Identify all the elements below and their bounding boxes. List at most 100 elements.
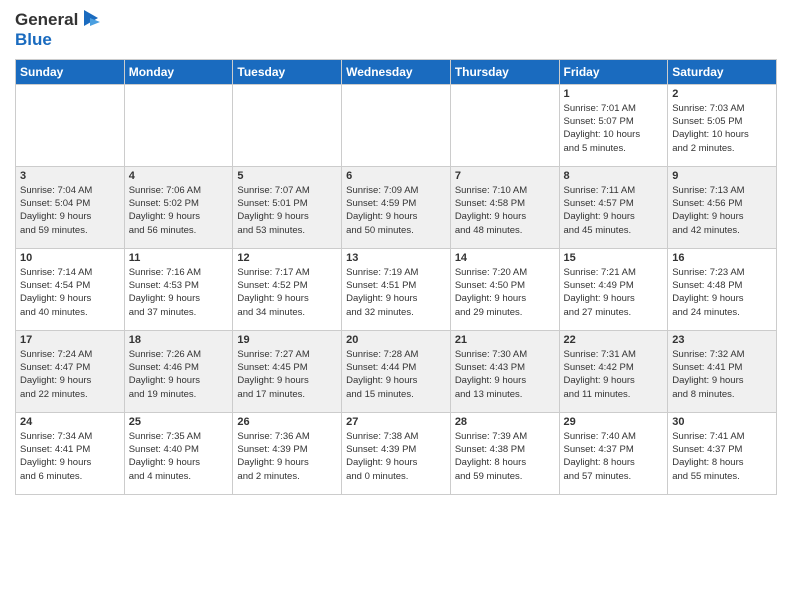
day-number: 23 bbox=[672, 334, 772, 346]
day-info: Sunrise: 7:06 AM Sunset: 5:02 PM Dayligh… bbox=[129, 184, 229, 237]
calendar-cell: 24Sunrise: 7:34 AM Sunset: 4:41 PM Dayli… bbox=[16, 412, 125, 494]
calendar-cell: 15 Sunrise: 7:21 AM Sunset: 4:49 PM Dayli… bbox=[559, 248, 668, 330]
day-number: 20 bbox=[346, 334, 446, 346]
logo: General Blue bbox=[15, 10, 102, 51]
day-number: 11 bbox=[129, 252, 229, 264]
day-info: Sunrise: 7:41 AM Sunset: 4:37 PM Dayligh… bbox=[672, 430, 772, 483]
day-info: Sunrise: 7:34 AM Sunset: 4:41 PM Dayligh… bbox=[20, 430, 120, 483]
day-info: Sunrise: 7:27 AM Sunset: 4:45 PM Dayligh… bbox=[237, 348, 337, 401]
day-number: 10 bbox=[20, 252, 120, 264]
logo-icon bbox=[80, 8, 102, 30]
day-number: 26 bbox=[237, 416, 337, 428]
calendar-cell: 29Sunrise: 7:40 AM Sunset: 4:37 PM Dayli… bbox=[559, 412, 668, 494]
day-header-sunday: Sunday bbox=[16, 59, 125, 84]
day-info: Sunrise: 7:09 AM Sunset: 4:59 PM Dayligh… bbox=[346, 184, 446, 237]
calendar-cell: 25Sunrise: 7:35 AM Sunset: 4:40 PM Dayli… bbox=[124, 412, 233, 494]
day-number: 6 bbox=[346, 170, 446, 182]
calendar-cell: 21 Sunrise: 7:30 AM Sunset: 4:43 PM Dayli… bbox=[450, 330, 559, 412]
day-header-saturday: Saturday bbox=[668, 59, 777, 84]
day-number: 8 bbox=[564, 170, 664, 182]
day-number: 15 bbox=[564, 252, 664, 264]
calendar-cell: 30Sunrise: 7:41 AM Sunset: 4:37 PM Dayli… bbox=[668, 412, 777, 494]
day-number: 5 bbox=[237, 170, 337, 182]
day-number: 19 bbox=[237, 334, 337, 346]
day-number: 28 bbox=[455, 416, 555, 428]
calendar-cell bbox=[342, 84, 451, 166]
day-number: 13 bbox=[346, 252, 446, 264]
day-info: Sunrise: 7:13 AM Sunset: 4:56 PM Dayligh… bbox=[672, 184, 772, 237]
calendar-week-2: 3 Sunrise: 7:04 AM Sunset: 5:04 PM Daylig… bbox=[16, 166, 777, 248]
day-number: 4 bbox=[129, 170, 229, 182]
day-info: Sunrise: 7:23 AM Sunset: 4:48 PM Dayligh… bbox=[672, 266, 772, 319]
day-info: Sunrise: 7:11 AM Sunset: 4:57 PM Dayligh… bbox=[564, 184, 664, 237]
day-number: 3 bbox=[20, 170, 120, 182]
day-number: 9 bbox=[672, 170, 772, 182]
day-info: Sunrise: 7:03 AM Sunset: 5:05 PM Dayligh… bbox=[672, 102, 772, 155]
calendar-cell bbox=[124, 84, 233, 166]
day-number: 21 bbox=[455, 334, 555, 346]
calendar-cell: 14Sunrise: 7:20 AM Sunset: 4:50 PM Dayli… bbox=[450, 248, 559, 330]
day-info: Sunrise: 7:04 AM Sunset: 5:04 PM Dayligh… bbox=[20, 184, 120, 237]
day-info: Sunrise: 7:32 AM Sunset: 4:41 PM Dayligh… bbox=[672, 348, 772, 401]
day-info: Sunrise: 7:20 AM Sunset: 4:50 PM Dayligh… bbox=[455, 266, 555, 319]
calendar-week-3: 10 Sunrise: 7:14 AM Sunset: 4:54 PM Dayli… bbox=[16, 248, 777, 330]
logo-general: General bbox=[15, 10, 78, 30]
calendar-cell: 5 Sunrise: 7:07 AM Sunset: 5:01 PM Daylig… bbox=[233, 166, 342, 248]
day-header-tuesday: Tuesday bbox=[233, 59, 342, 84]
calendar-cell: 18 Sunrise: 7:26 AM Sunset: 4:46 PM Dayli… bbox=[124, 330, 233, 412]
day-info: Sunrise: 7:21 AM Sunset: 4:49 PM Dayligh… bbox=[564, 266, 664, 319]
day-header-wednesday: Wednesday bbox=[342, 59, 451, 84]
calendar-cell: 26 Sunrise: 7:36 AM Sunset: 4:39 PM Dayli… bbox=[233, 412, 342, 494]
day-info: Sunrise: 7:40 AM Sunset: 4:37 PM Dayligh… bbox=[564, 430, 664, 483]
calendar-cell: 13 Sunrise: 7:19 AM Sunset: 4:51 PM Dayli… bbox=[342, 248, 451, 330]
calendar-cell: 27Sunrise: 7:38 AM Sunset: 4:39 PM Dayli… bbox=[342, 412, 451, 494]
day-number: 18 bbox=[129, 334, 229, 346]
day-info: Sunrise: 7:10 AM Sunset: 4:58 PM Dayligh… bbox=[455, 184, 555, 237]
day-header-friday: Friday bbox=[559, 59, 668, 84]
calendar-cell: 28 Sunrise: 7:39 AM Sunset: 4:38 PM Dayli… bbox=[450, 412, 559, 494]
calendar-cell: 1 Sunrise: 7:01 AM Sunset: 5:07 PM Daylig… bbox=[559, 84, 668, 166]
calendar-cell: 19 Sunrise: 7:27 AM Sunset: 4:45 PM Dayli… bbox=[233, 330, 342, 412]
calendar-cell: 6 Sunrise: 7:09 AM Sunset: 4:59 PM Daylig… bbox=[342, 166, 451, 248]
calendar-week-4: 17 Sunrise: 7:24 AM Sunset: 4:47 PM Dayli… bbox=[16, 330, 777, 412]
calendar-cell: 7Sunrise: 7:10 AM Sunset: 4:58 PM Daylig… bbox=[450, 166, 559, 248]
day-info: Sunrise: 7:01 AM Sunset: 5:07 PM Dayligh… bbox=[564, 102, 664, 155]
day-info: Sunrise: 7:35 AM Sunset: 4:40 PM Dayligh… bbox=[129, 430, 229, 483]
day-number: 12 bbox=[237, 252, 337, 264]
day-number: 16 bbox=[672, 252, 772, 264]
day-number: 22 bbox=[564, 334, 664, 346]
day-info: Sunrise: 7:19 AM Sunset: 4:51 PM Dayligh… bbox=[346, 266, 446, 319]
day-info: Sunrise: 7:38 AM Sunset: 4:39 PM Dayligh… bbox=[346, 430, 446, 483]
calendar-cell bbox=[233, 84, 342, 166]
day-info: Sunrise: 7:28 AM Sunset: 4:44 PM Dayligh… bbox=[346, 348, 446, 401]
calendar-cell: 23 Sunrise: 7:32 AM Sunset: 4:41 PM Dayli… bbox=[668, 330, 777, 412]
day-info: Sunrise: 7:30 AM Sunset: 4:43 PM Dayligh… bbox=[455, 348, 555, 401]
calendar-week-5: 24Sunrise: 7:34 AM Sunset: 4:41 PM Dayli… bbox=[16, 412, 777, 494]
day-header-thursday: Thursday bbox=[450, 59, 559, 84]
day-info: Sunrise: 7:31 AM Sunset: 4:42 PM Dayligh… bbox=[564, 348, 664, 401]
calendar-cell: 10 Sunrise: 7:14 AM Sunset: 4:54 PM Dayli… bbox=[16, 248, 125, 330]
calendar-cell: 9 Sunrise: 7:13 AM Sunset: 4:56 PM Daylig… bbox=[668, 166, 777, 248]
logo-text: General Blue bbox=[15, 10, 102, 51]
calendar-cell: 22 Sunrise: 7:31 AM Sunset: 4:42 PM Dayli… bbox=[559, 330, 668, 412]
calendar-week-1: 1 Sunrise: 7:01 AM Sunset: 5:07 PM Daylig… bbox=[16, 84, 777, 166]
logo-blue: Blue bbox=[15, 30, 102, 50]
calendar-cell: 8 Sunrise: 7:11 AM Sunset: 4:57 PM Daylig… bbox=[559, 166, 668, 248]
day-number: 1 bbox=[564, 88, 664, 100]
calendar-cell: 2 Sunrise: 7:03 AM Sunset: 5:05 PM Daylig… bbox=[668, 84, 777, 166]
day-header-monday: Monday bbox=[124, 59, 233, 84]
day-info: Sunrise: 7:14 AM Sunset: 4:54 PM Dayligh… bbox=[20, 266, 120, 319]
day-info: Sunrise: 7:07 AM Sunset: 5:01 PM Dayligh… bbox=[237, 184, 337, 237]
main-container: General Blue SundayMondayTuesdayWednesda… bbox=[0, 0, 792, 500]
day-info: Sunrise: 7:17 AM Sunset: 4:52 PM Dayligh… bbox=[237, 266, 337, 319]
day-number: 17 bbox=[20, 334, 120, 346]
calendar-cell: 3 Sunrise: 7:04 AM Sunset: 5:04 PM Daylig… bbox=[16, 166, 125, 248]
calendar-table: SundayMondayTuesdayWednesdayThursdayFrid… bbox=[15, 59, 777, 495]
day-number: 2 bbox=[672, 88, 772, 100]
day-info: Sunrise: 7:36 AM Sunset: 4:39 PM Dayligh… bbox=[237, 430, 337, 483]
day-info: Sunrise: 7:16 AM Sunset: 4:53 PM Dayligh… bbox=[129, 266, 229, 319]
day-info: Sunrise: 7:26 AM Sunset: 4:46 PM Dayligh… bbox=[129, 348, 229, 401]
calendar-cell: 16 Sunrise: 7:23 AM Sunset: 4:48 PM Dayli… bbox=[668, 248, 777, 330]
day-info: Sunrise: 7:24 AM Sunset: 4:47 PM Dayligh… bbox=[20, 348, 120, 401]
day-info: Sunrise: 7:39 AM Sunset: 4:38 PM Dayligh… bbox=[455, 430, 555, 483]
